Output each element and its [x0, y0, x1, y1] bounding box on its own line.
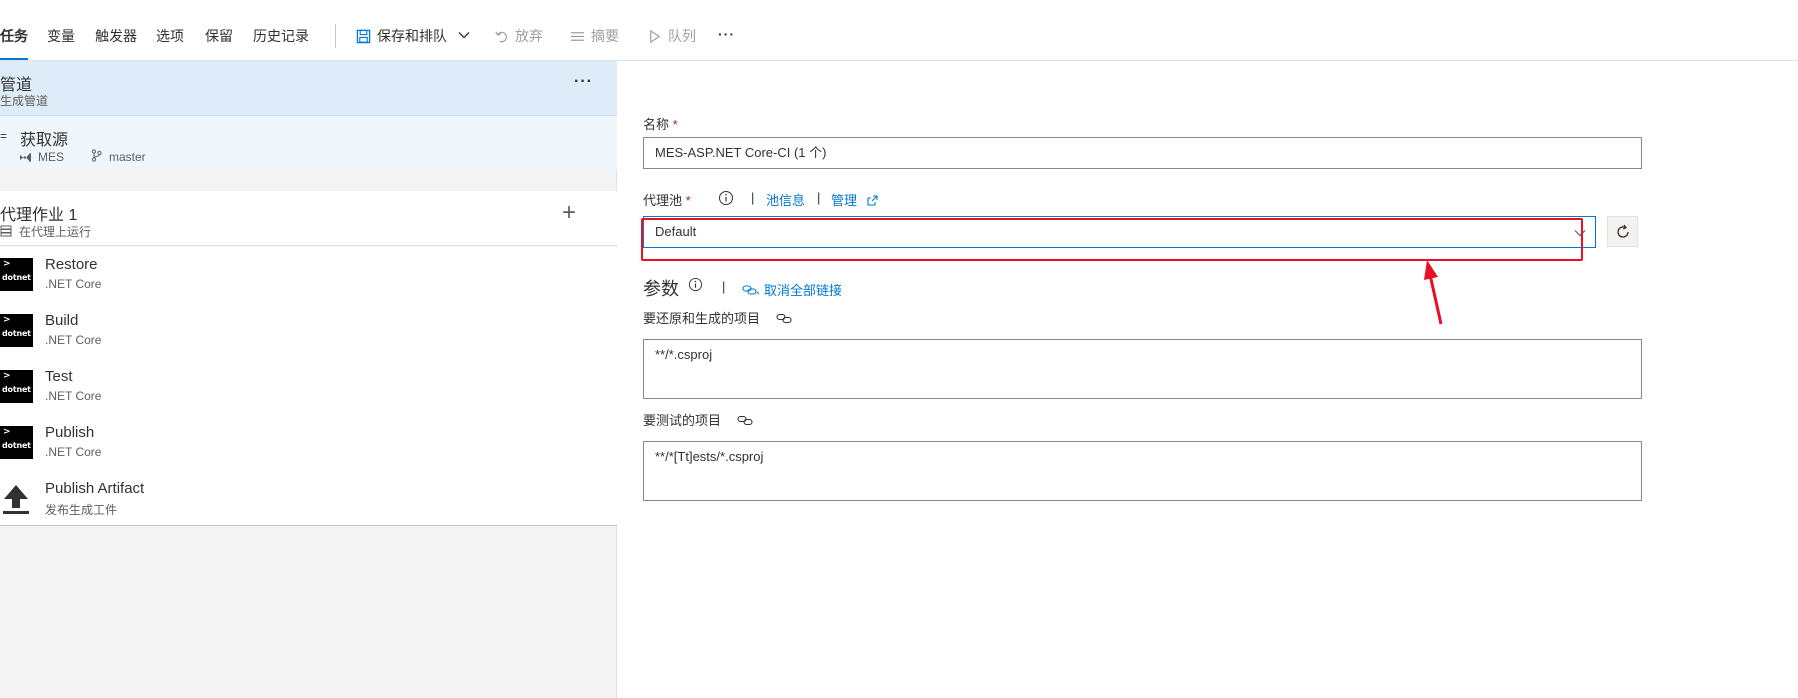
restore-projects-label: 要还原和生成的项目 [643, 308, 792, 327]
link-icon [776, 313, 792, 324]
queue-button[interactable]: 队列 [647, 26, 696, 46]
tab-variables[interactable]: 变量 [47, 26, 75, 46]
dotnet-icon: > dotnet [0, 370, 33, 403]
task-type: .NET Core [45, 333, 102, 347]
queue-label: 队列 [668, 28, 696, 44]
server-icon [0, 224, 12, 242]
discard-button[interactable]: 放弃 [494, 26, 543, 46]
pipeline-more-button[interactable]: ··· [574, 73, 593, 91]
task-restore[interactable]: > dotnet Restore .NET Core [0, 247, 617, 303]
unlink-icon [742, 285, 760, 295]
dotnet-icon: > dotnet [0, 426, 33, 459]
info-icon[interactable] [718, 190, 734, 211]
refresh-button[interactable] [1607, 216, 1638, 247]
separator: | [817, 190, 821, 205]
task-publish[interactable]: > dotnet Publish .NET Core [0, 415, 617, 471]
task-type: .NET Core [45, 277, 102, 291]
task-test[interactable]: > dotnet Test .NET Core [0, 359, 617, 415]
get-sources-item[interactable]: = 获取源 MES master [0, 116, 617, 170]
task-list-panel: 管道 生成管道 ··· = 获取源 MES master 代理作业 1 在代理上… [0, 61, 617, 698]
branch-icon [91, 149, 102, 167]
external-link-icon [867, 195, 878, 206]
agent-job-title: 代理作业 1 [0, 207, 78, 224]
summary-label: 摘要 [591, 28, 619, 44]
tab-tasks[interactable]: 任务 [0, 26, 28, 46]
task-name: Build [45, 312, 79, 329]
name-label: 名称 * [643, 117, 678, 132]
link-icon [737, 415, 753, 426]
task-name: Test [45, 368, 73, 385]
pipeline-header[interactable]: 管道 生成管道 ··· [0, 61, 617, 116]
task-name: Publish [45, 424, 95, 441]
undo-icon [495, 31, 508, 43]
app-root: 任务 变量 触发器 选项 保留 历史记录 保存和排队 放弃 摘要 队列 ··· … [0, 0, 1798, 698]
annotation-arrow-icon [1424, 260, 1443, 325]
discard-label: 放弃 [515, 28, 543, 44]
task-type: .NET Core [45, 389, 102, 403]
play-icon [650, 29, 661, 44]
tab-history[interactable]: 历史记录 [253, 26, 309, 46]
test-projects-label: 要测试的项目 [643, 410, 753, 429]
pool-info-link[interactable]: 池信息 [766, 190, 805, 209]
unlink-all-link[interactable]: 取消全部链接 [742, 280, 842, 299]
dotnet-icon: > dotnet [0, 258, 33, 291]
list-icon [570, 32, 585, 41]
upload-icon [2, 483, 30, 520]
tab-triggers[interactable]: 触发器 [95, 26, 137, 46]
toolbar-separator [335, 24, 336, 48]
chevron-down-icon[interactable] [457, 28, 471, 47]
add-task-button[interactable]: + [562, 201, 576, 225]
manage-link[interactable]: 管理 [831, 190, 878, 209]
task-name: Restore [45, 256, 98, 273]
task-publish-artifact[interactable]: Publish Artifact 发布生成工件 [0, 471, 617, 527]
agent-job-item[interactable]: 代理作业 1 在代理上运行 + [0, 191, 617, 246]
restore-projects-input[interactable]: **/*.csproj [643, 339, 1642, 399]
save-icon [356, 29, 371, 44]
separator: | [751, 190, 755, 205]
dotnet-icon: > dotnet [0, 314, 33, 347]
pipeline-subtitle: 生成管道 [0, 94, 49, 108]
agent-pool-label: 代理池 * [643, 193, 691, 208]
get-sources-title: 获取源 [20, 132, 69, 149]
visual-studio-icon [19, 150, 32, 168]
task-name: Publish Artifact [45, 480, 145, 497]
more-actions-button[interactable]: ··· [718, 24, 735, 44]
tab-retention[interactable]: 保留 [205, 26, 233, 46]
save-queue-button[interactable]: 保存和排队 [356, 26, 447, 46]
task-list: > dotnet Restore .NET Core > dotnet Build … [0, 247, 617, 526]
branch-name: master [109, 150, 146, 164]
params-label: 参数 [643, 279, 679, 299]
separator: | [722, 279, 726, 294]
agent-job-subtitle: 在代理上运行 [19, 225, 92, 239]
summary-button[interactable]: 摘要 [570, 26, 619, 46]
task-build[interactable]: > dotnet Build .NET Core [0, 303, 617, 359]
annotation-highlight-box [641, 218, 1583, 261]
refresh-icon [1617, 224, 1629, 238]
save-queue-label: 保存和排队 [377, 28, 447, 44]
name-input[interactable]: MES-ASP.NET Core-CI (1 个) [643, 137, 1642, 169]
task-type: .NET Core [45, 445, 102, 459]
tab-options[interactable]: 选项 [156, 26, 184, 46]
repo-name: MES [38, 150, 65, 164]
toolbar: 任务 变量 触发器 选项 保留 历史记录 保存和排队 放弃 摘要 队列 ··· [0, 0, 1798, 61]
drag-handle-icon: = [0, 129, 8, 143]
task-type: 发布生成工件 [45, 503, 118, 517]
params-info-icon[interactable] [688, 277, 703, 297]
active-tab-indicator [0, 58, 28, 60]
test-projects-input[interactable]: **/*[Tt]ests/*.csproj [643, 441, 1642, 501]
